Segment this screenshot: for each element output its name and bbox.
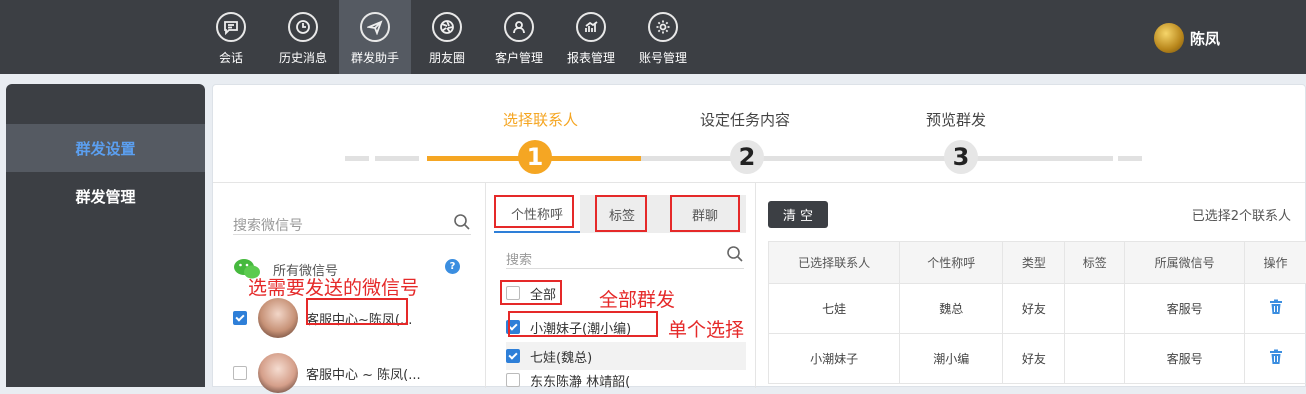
search-icon[interactable] <box>453 213 471 231</box>
nav-item-history[interactable]: 历史消息 <box>267 0 339 74</box>
table-cell: 客服号 <box>1125 284 1245 334</box>
step-label-preview[interactable]: 预览群发 <box>926 109 986 130</box>
search-icon[interactable] <box>726 245 744 263</box>
column-header: 已选择联系人 <box>769 242 900 284</box>
annotation-all-send: 全部群发 <box>599 285 675 312</box>
annotation-box <box>494 195 574 228</box>
avatar <box>258 353 298 393</box>
trash-icon[interactable] <box>1269 349 1283 365</box>
sidebar-item-mass-management[interactable]: 群发管理 <box>6 172 205 220</box>
chart-icon <box>576 12 606 42</box>
table-header-row: 已选择联系人 个性称呼 类型 标签 所属微信号 操作 <box>769 242 1306 284</box>
step-label-select-contacts[interactable]: 选择联系人 <box>503 109 578 130</box>
contact-checkbox[interactable] <box>506 349 520 363</box>
stepper-labels: 选择联系人 设定任务内容 预览群发 <box>213 109 1305 129</box>
search-placeholder: 搜索微信号 <box>233 215 303 235</box>
contact-label: 七娃(魏总) <box>530 347 592 366</box>
main-nav: 会话 历史消息 群发助手 朋友圈 客户管理 报表管理 账号管理 <box>195 0 699 74</box>
table-cell: 好友 <box>1003 284 1065 334</box>
contact-search-input[interactable]: 搜索 <box>506 249 744 269</box>
user-icon <box>504 12 534 42</box>
progress-track <box>641 156 1113 161</box>
contact-checkbox[interactable] <box>506 373 520 387</box>
step-number-1: 1 <box>518 140 552 174</box>
annotation-box <box>500 280 562 305</box>
account-row[interactable]: 客服中心 ~ 陈凤(... <box>233 353 421 393</box>
help-icon[interactable]: ? <box>445 259 460 274</box>
nav-item-accounts[interactable]: 账号管理 <box>627 0 699 74</box>
gear-icon <box>648 12 678 42</box>
nav-label: 会话 <box>219 49 243 66</box>
wechat-accounts-panel: 搜索微信号 所有微信号 ? 选需要发送的微信号 客服中心~陈凤(... 客服中心… <box>213 183 486 388</box>
column-header: 类型 <box>1003 242 1065 284</box>
top-nav-bar: 会话 历史消息 群发助手 朋友圈 客户管理 报表管理 账号管理 陈凤 <box>0 0 1306 74</box>
nav-label: 历史消息 <box>279 49 327 66</box>
table-cell: 潮小编 <box>900 334 1003 384</box>
paper-plane-icon <box>360 12 390 42</box>
annotation-box <box>306 298 408 325</box>
clock-icon <box>288 12 318 42</box>
nav-item-reports[interactable]: 报表管理 <box>555 0 627 74</box>
nav-label: 朋友圈 <box>429 49 465 66</box>
step-number-2: 2 <box>730 140 764 174</box>
search-placeholder: 搜索 <box>506 249 532 268</box>
nav-item-chat[interactable]: 会话 <box>195 0 267 74</box>
sidebar-item-mass-settings[interactable]: 群发设置 <box>6 124 205 172</box>
user-name: 陈凤 <box>1190 28 1220 49</box>
avatar <box>258 298 298 338</box>
column-header: 操作 <box>1245 242 1306 284</box>
account-search-input[interactable]: 搜索微信号 <box>233 213 471 235</box>
list-item[interactable]: 东东陈瀞 林靖韶( <box>506 366 746 394</box>
table-row: 七娃 魏总 好友 客服号 <box>769 284 1306 334</box>
clear-button[interactable]: 清 空 <box>768 201 828 228</box>
nav-label: 报表管理 <box>567 49 615 66</box>
avatar <box>1154 23 1184 53</box>
account-checkbox[interactable] <box>233 366 247 380</box>
annotation-box <box>595 195 647 232</box>
table-cell: 七娃 <box>769 284 900 334</box>
selected-count: 已选择2个联系人 <box>1192 205 1291 224</box>
nav-label: 群发助手 <box>351 49 399 66</box>
selected-contacts-table: 已选择联系人 个性称呼 类型 标签 所属微信号 操作 七娃 魏总 好友 客服号 <box>768 241 1306 384</box>
list-item[interactable]: 七娃(魏总) <box>506 342 746 370</box>
account-name: 客服中心 ~ 陈凤(... <box>306 364 421 383</box>
table-row: 小潮妹子 潮小编 好友 客服号 <box>769 334 1306 384</box>
main-panel: 选择联系人 设定任务内容 预览群发 1 2 3 搜索微信号 所有微信号 ? 选需… <box>212 84 1306 387</box>
trash-icon[interactable] <box>1269 299 1283 315</box>
column-header: 标签 <box>1065 242 1125 284</box>
nav-item-moments[interactable]: 朋友圈 <box>411 0 483 74</box>
annotation-box <box>670 195 740 232</box>
table-cell: 客服号 <box>1125 334 1245 384</box>
table-cell-actions <box>1245 334 1306 384</box>
table-cell: 好友 <box>1003 334 1065 384</box>
step-number-3: 3 <box>944 140 978 174</box>
step-label-task-content[interactable]: 设定任务内容 <box>700 109 790 130</box>
contacts-panel: 个性称呼 标签 群聊 搜索 东东陈瀞 林靖韶( 全部 全部群发 小潮妹子(潮小编… <box>486 183 756 388</box>
table-cell: 魏总 <box>900 284 1003 334</box>
annotation-single-select: 单个选择 <box>668 315 744 342</box>
aperture-icon <box>432 12 462 42</box>
user-menu[interactable]: 陈凤 <box>1154 23 1220 53</box>
chat-icon <box>216 12 246 42</box>
nav-label: 账号管理 <box>639 49 687 66</box>
progress-track <box>1118 156 1142 161</box>
table-cell: 小潮妹子 <box>769 334 900 384</box>
annotation-select-account: 选需要发送的微信号 <box>248 273 419 300</box>
account-checkbox[interactable] <box>233 311 247 325</box>
selected-contacts-panel: 清 空 已选择2个联系人 已选择联系人 个性称呼 类型 标签 所属微信号 操作 … <box>756 183 1306 388</box>
nav-label: 客户管理 <box>495 49 543 66</box>
column-header: 个性称呼 <box>900 242 1003 284</box>
nav-item-mass-send[interactable]: 群发助手 <box>339 0 411 74</box>
progress-track <box>375 156 419 161</box>
column-header: 所属微信号 <box>1125 242 1245 284</box>
annotation-box <box>508 311 658 337</box>
table-cell-actions <box>1245 284 1306 334</box>
sidebar: 群发设置 群发管理 <box>6 84 205 387</box>
progress-track <box>345 156 369 161</box>
table-cell <box>1065 284 1125 334</box>
nav-item-customers[interactable]: 客户管理 <box>483 0 555 74</box>
table-cell <box>1065 334 1125 384</box>
